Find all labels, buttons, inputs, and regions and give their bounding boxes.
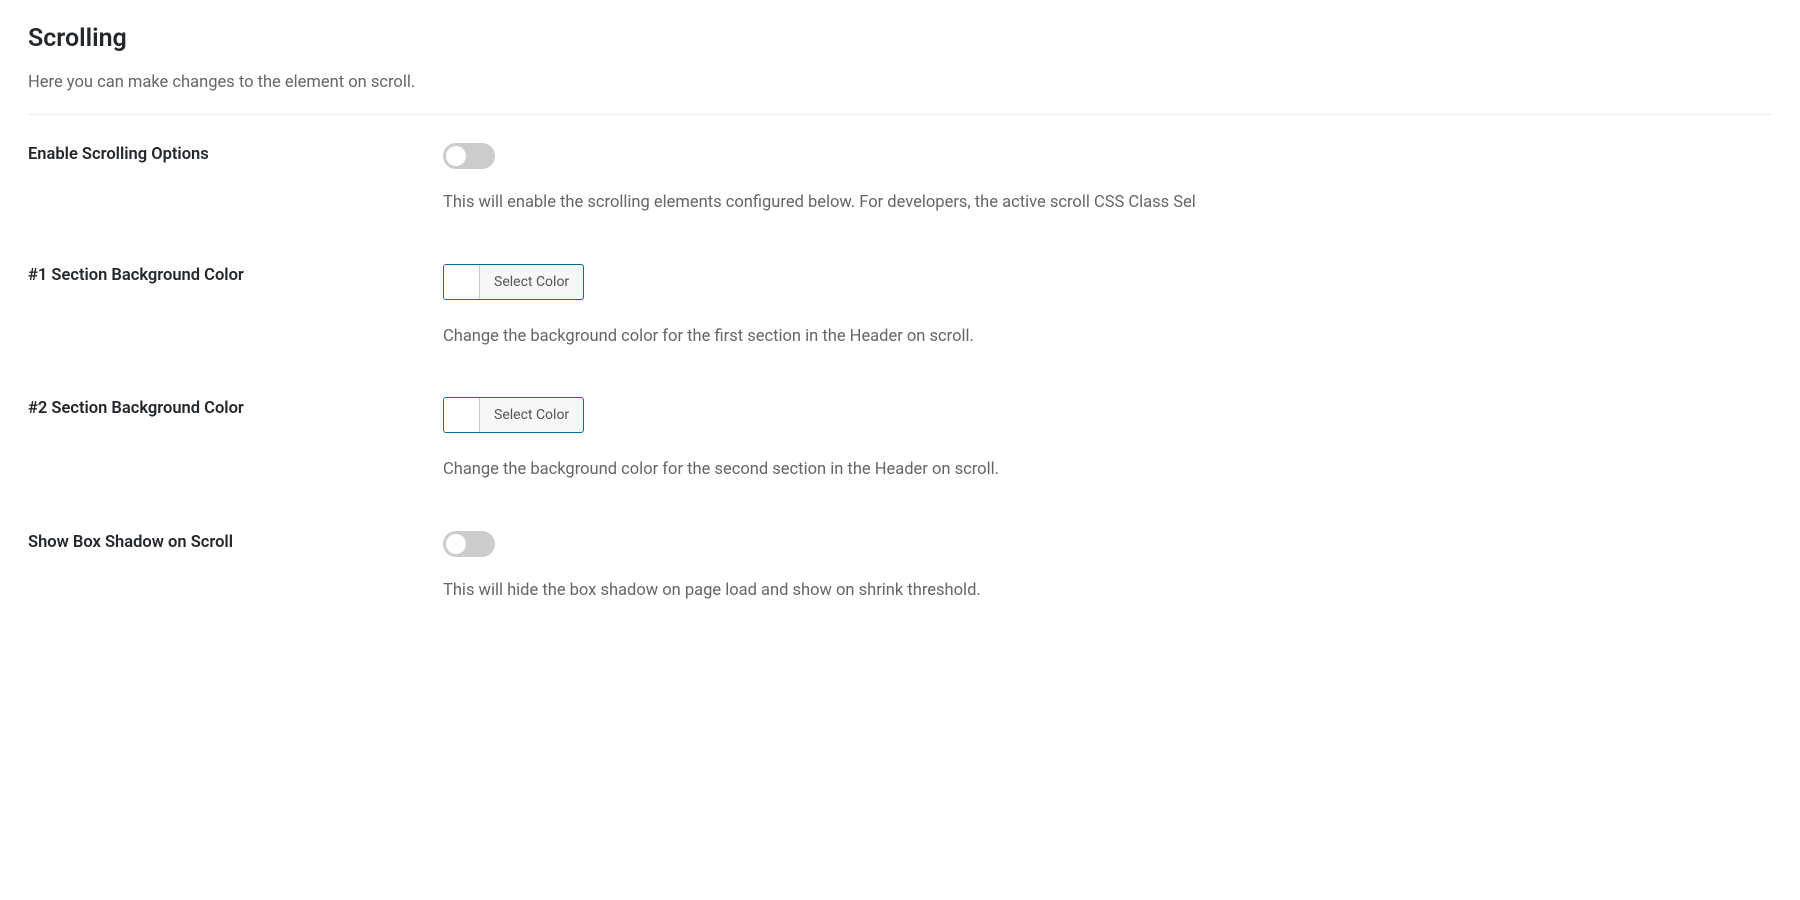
- field-help-enable-scrolling: This will enable the scrolling elements …: [443, 191, 1772, 216]
- color-picker-label: Select Color: [480, 398, 583, 432]
- toggle-knob: [446, 534, 466, 554]
- field-control: Select Color Change the background color…: [443, 397, 1772, 483]
- color-swatch: [444, 398, 480, 432]
- section-title: Scrolling: [28, 24, 1772, 53]
- field-help-section2-bg: Change the background color for the seco…: [443, 458, 1772, 483]
- field-label-section2-bg: #2 Section Background Color: [28, 397, 443, 418]
- field-label-section1-bg: #1 Section Background Color: [28, 264, 443, 285]
- field-help-box-shadow: This will hide the box shadow on page lo…: [443, 579, 1772, 604]
- color-picker-section1[interactable]: Select Color: [443, 264, 584, 300]
- field-control: This will hide the box shadow on page lo…: [443, 531, 1772, 604]
- field-enable-scrolling: Enable Scrolling Options This will enabl…: [28, 143, 1772, 216]
- section-header: Scrolling Here you can make changes to t…: [28, 24, 1772, 115]
- toggle-enable-scrolling[interactable]: [443, 143, 495, 169]
- color-swatch: [444, 265, 480, 299]
- section-description: Here you can make changes to the element…: [28, 71, 1772, 96]
- toggle-box-shadow[interactable]: [443, 531, 495, 557]
- color-picker-label: Select Color: [480, 265, 583, 299]
- field-label-enable-scrolling: Enable Scrolling Options: [28, 143, 443, 164]
- field-section1-bg: #1 Section Background Color Select Color…: [28, 264, 1772, 350]
- field-help-section1-bg: Change the background color for the firs…: [443, 325, 1772, 350]
- field-box-shadow: Show Box Shadow on Scroll This will hide…: [28, 531, 1772, 604]
- field-control: Select Color Change the background color…: [443, 264, 1772, 350]
- field-control: This will enable the scrolling elements …: [443, 143, 1772, 216]
- field-section2-bg: #2 Section Background Color Select Color…: [28, 397, 1772, 483]
- toggle-knob: [446, 146, 466, 166]
- color-picker-section2[interactable]: Select Color: [443, 397, 584, 433]
- field-label-box-shadow: Show Box Shadow on Scroll: [28, 531, 443, 552]
